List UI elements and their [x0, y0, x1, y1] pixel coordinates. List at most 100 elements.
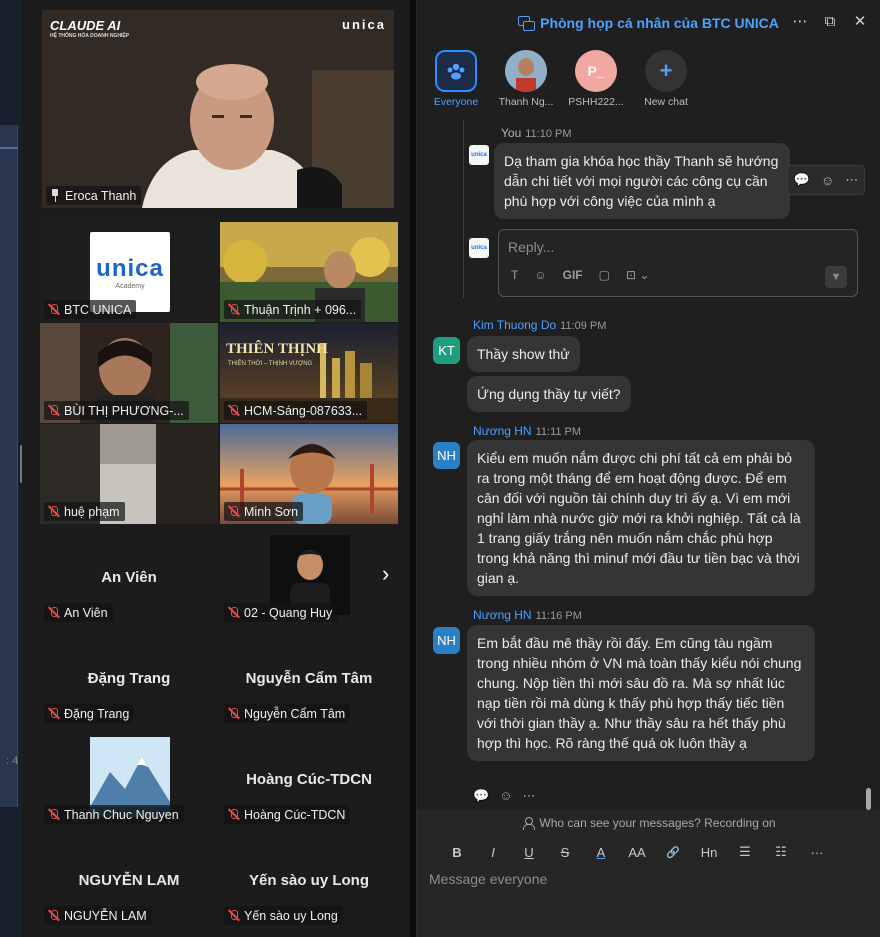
- message-actions-popup: 💬 ☺ ⋯: [787, 165, 865, 195]
- participant-tile[interactable]: Nguyễn Cẩm Tâm Nguyễn Cẩm Tâm: [220, 626, 398, 726]
- message-bubble[interactable]: Thầy show thử: [467, 336, 580, 372]
- message-bubble[interactable]: Dạ tham gia khóa học thầy Thanh sẽ hướng…: [494, 143, 790, 219]
- reply-input[interactable]: Reply... T ☺ GIF ▢ ⊡ ⌄ ▼: [498, 229, 858, 297]
- participant-tile[interactable]: An Viên An Viên: [40, 525, 218, 625]
- participant-name-label: Yến sào uy Long: [224, 906, 343, 925]
- more-icon[interactable]: ···: [799, 845, 835, 860]
- mic-off-icon: [227, 303, 240, 316]
- plus-icon: +: [645, 50, 687, 92]
- heading-button[interactable]: Hn: [691, 845, 727, 860]
- chevron-right-icon[interactable]: ›: [382, 562, 398, 586]
- emoji-icon[interactable]: ☺: [499, 788, 512, 804]
- screenshot-icon[interactable]: ⊡ ⌄: [626, 268, 649, 282]
- participant-tile[interactable]: Yến sào uy Long Yến sào uy Long: [220, 828, 398, 928]
- participant-display-name: NGUYỄN LAM: [78, 872, 180, 889]
- avatar: [505, 50, 547, 92]
- bullet-list-icon[interactable]: ☰: [727, 844, 763, 860]
- italic-button[interactable]: I: [475, 845, 511, 860]
- background-window-strip: [0, 125, 18, 807]
- mic-off-icon: [47, 303, 60, 316]
- participant-tile[interactable]: THIÊN THỊNH THIÊN THỜI – THỊNH VƯỢNG HCM…: [220, 323, 398, 423]
- mic-off-icon: [227, 808, 240, 821]
- unica-avatar: unica: [469, 145, 489, 165]
- chat-panel: Phòng họp cá nhân của BTC UNICA ⋯ ⧉ ✕ Ev…: [416, 0, 880, 937]
- reply-icon[interactable]: 💬: [794, 172, 810, 188]
- participant-display-name: Yến sào uy Long: [248, 872, 369, 889]
- mic-off-icon: [47, 808, 60, 821]
- avatar: NH: [433, 442, 460, 469]
- message-bubble[interactable]: Kiểu em muốn nắm được chi phí tất cả em …: [467, 440, 815, 596]
- font-size-button[interactable]: AA: [619, 845, 655, 860]
- participant-tile[interactable]: NGUYỄN LAM NGUYỄN LAM: [40, 828, 218, 928]
- recipient-label: Thanh Ng...: [498, 96, 554, 108]
- recipient-pshh[interactable]: P_ PSHH222...: [565, 50, 627, 118]
- message-sender: Nương HN 11:11 PM: [473, 424, 582, 438]
- visibility-icon: [522, 817, 536, 830]
- close-icon[interactable]: ✕: [852, 14, 868, 30]
- pin-icon: [49, 189, 61, 202]
- participant-display-name: Nguyễn Cẩm Tâm: [245, 670, 373, 687]
- emoji-icon[interactable]: ☺: [821, 173, 834, 188]
- mic-off-icon: [47, 909, 60, 922]
- participant-name-label: Thanh Chuc Nguyen: [44, 805, 184, 824]
- reply-icon[interactable]: 💬: [473, 788, 489, 804]
- file-icon[interactable]: ▢: [599, 268, 610, 282]
- message-bubble[interactable]: Em bắt đầu mê thầy rồi đấy. Em cũng tàu …: [467, 625, 815, 761]
- more-icon[interactable]: ⋯: [845, 172, 858, 188]
- message-bubble[interactable]: Ứng dụng thầy tự viết?: [467, 376, 631, 412]
- more-icon[interactable]: ⋯: [792, 14, 808, 30]
- underline-button[interactable]: U: [511, 845, 547, 860]
- participant-name-label: BTC UNICA: [44, 300, 137, 319]
- participant-tile[interactable]: BÙI THỊ PHƯƠNG-...: [40, 323, 218, 423]
- recipient-label: Everyone: [433, 96, 479, 108]
- background-window-edge: : 4: [0, 0, 24, 937]
- people-group-icon: [435, 50, 477, 92]
- claude-ai-brand: CLAUDE AI HỆ THỐNG HÓA DOANH NGHIỆP: [50, 18, 129, 39]
- message-input[interactable]: Message everyone: [417, 868, 880, 937]
- new-chat-button[interactable]: + New chat: [635, 50, 697, 118]
- participant-tile[interactable]: 02 - Quang Huy: [220, 525, 398, 625]
- banner-subtitle: THIÊN THỜI – THỊNH VƯỢNG: [228, 361, 313, 367]
- message-list[interactable]: You 11:10 PM unica Dạ tham gia khóa học t…: [417, 120, 880, 810]
- participant-name-label: Thuận Trịnh + 096...: [224, 300, 362, 319]
- message-sender: Kim Thuong Do 11:09 PM: [473, 318, 607, 332]
- mic-off-icon: [47, 404, 60, 417]
- participant-tile[interactable]: unica Academy BTC UNICA: [40, 222, 218, 322]
- recipient-label: PSHH222...: [568, 96, 624, 108]
- emoji-icon[interactable]: ☺: [534, 268, 546, 282]
- chat-title: Phòng họp cá nhân của BTC UNICA: [518, 15, 779, 31]
- participant-name-label: Đặng Trang: [44, 704, 135, 723]
- participant-tile[interactable]: Hoàng Cúc-TDCN Hoàng Cúc-TDCN: [220, 727, 398, 827]
- participant-tile[interactable]: Thuận Trịnh + 096...: [220, 222, 398, 322]
- participant-display-name: Đặng Trang: [87, 670, 171, 687]
- gif-icon[interactable]: GIF: [563, 268, 583, 282]
- text-format-icon[interactable]: T: [511, 268, 518, 282]
- participant-name-label: Minh Sơn: [224, 502, 304, 521]
- mic-off-icon: [47, 606, 60, 619]
- privacy-notice[interactable]: Who can see your messages? Recording on: [417, 810, 880, 836]
- recipient-everyone[interactable]: Everyone: [425, 50, 487, 118]
- strikethrough-button[interactable]: S: [547, 845, 583, 860]
- participant-tile[interactable]: Đặng Trang Đặng Trang: [40, 626, 218, 726]
- avatar: KT: [433, 337, 460, 364]
- recipient-thanh[interactable]: Thanh Ng...: [495, 50, 557, 118]
- more-icon[interactable]: ⋯: [522, 788, 535, 804]
- numbered-list-icon[interactable]: ☷: [763, 844, 799, 860]
- popout-icon[interactable]: ⧉: [822, 14, 838, 30]
- unica-avatar: unica: [469, 238, 489, 258]
- participant-display-name: An Viên: [101, 569, 157, 586]
- participant-tile[interactable]: Thanh Chuc Nguyen: [40, 727, 218, 827]
- participant-tile[interactable]: huệ phạm: [40, 424, 218, 524]
- bold-button[interactable]: B: [439, 845, 475, 860]
- recipient-label: New chat: [644, 96, 688, 108]
- featured-video-tile[interactable]: CLAUDE AI HỆ THỐNG HÓA DOANH NGHIỆP unic…: [42, 10, 394, 208]
- font-color-button[interactable]: A: [583, 845, 619, 860]
- scrollbar-thumb[interactable]: [866, 788, 871, 810]
- mic-off-icon: [227, 404, 240, 417]
- link-icon[interactable]: 🔗: [655, 846, 691, 859]
- participant-tile[interactable]: Minh Sơn: [220, 424, 398, 524]
- send-icon[interactable]: ▼: [825, 266, 847, 288]
- participant-name-label: Hoàng Cúc-TDCN: [224, 805, 351, 824]
- mic-off-icon: [227, 505, 240, 518]
- participant-name-label: 02 - Quang Huy: [224, 603, 338, 622]
